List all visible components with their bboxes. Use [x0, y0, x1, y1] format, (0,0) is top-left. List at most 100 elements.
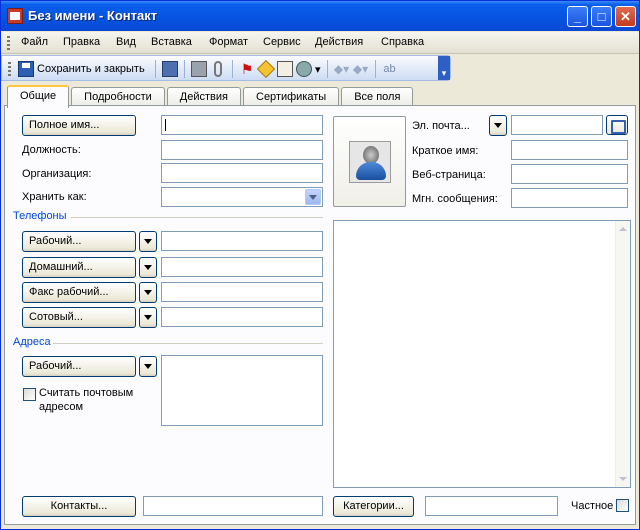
- address-book-check-icon[interactable]: ab: [382, 61, 398, 77]
- options-dropdown-icon[interactable]: ▾: [315, 63, 321, 76]
- contact-card-icon[interactable]: [277, 61, 293, 77]
- mailing-address-label-line1: Считать почтовым: [39, 387, 134, 399]
- email-type-dropdown[interactable]: [489, 115, 507, 136]
- follow-up-flag-icon[interactable]: ⚑: [239, 61, 255, 77]
- menu-grip-icon: [7, 36, 10, 50]
- full-name-button[interactable]: Полное имя...: [22, 115, 136, 136]
- tab-strip: Общие Подробности Действия Сертификаты В…: [7, 85, 415, 108]
- next-item-icon[interactable]: ◆▾: [353, 61, 369, 77]
- email-input[interactable]: [511, 115, 603, 135]
- private-checkbox[interactable]: [616, 499, 629, 512]
- contact-window: Без имени - Контакт _ □ ✕ Файл Правка Ви…: [0, 0, 640, 530]
- company-label: Организация:: [22, 168, 92, 180]
- home-phone-input[interactable]: [161, 257, 323, 277]
- business-fax-input[interactable]: [161, 282, 323, 302]
- mobile-phone-button[interactable]: Сотовый...: [22, 307, 136, 328]
- display-as-input[interactable]: [511, 140, 628, 160]
- previous-item-icon[interactable]: ◆▾: [334, 61, 350, 77]
- business-phone-input[interactable]: [161, 231, 323, 251]
- title-bar[interactable]: Без имени - Контакт _ □ ✕: [1, 1, 639, 31]
- menu-insert[interactable]: Вставка: [151, 36, 192, 48]
- contacts-input[interactable]: [143, 496, 323, 516]
- options-icon[interactable]: [296, 61, 312, 77]
- toolbar-separator: [155, 60, 156, 78]
- business-fax-dropdown[interactable]: [139, 282, 157, 303]
- business-address-dropdown[interactable]: [139, 356, 157, 377]
- web-page-label: Веб-страница:: [412, 169, 486, 181]
- person-silhouette-icon: [349, 141, 391, 183]
- address-section-heading: Адреса: [13, 336, 51, 348]
- contacts-button[interactable]: Контакты...: [22, 496, 136, 517]
- address-textarea[interactable]: [161, 355, 323, 426]
- phones-section-heading: Телефоны: [13, 210, 67, 222]
- standard-toolbar: Сохранить и закрыть ⚑ ▾ ◆▾ ◆▾ ab ▾: [1, 55, 451, 81]
- toolbar-separator: [232, 60, 233, 78]
- person-body-shape: [356, 162, 386, 180]
- home-phone-dropdown[interactable]: [139, 257, 157, 278]
- address-book-icon[interactable]: [606, 115, 628, 135]
- job-title-label: Должность:: [22, 144, 81, 156]
- attach-file-icon[interactable]: [214, 61, 222, 77]
- tab-activities[interactable]: Действия: [166, 87, 241, 107]
- menu-bar: Файл Правка Вид Вставка Формат Сервис Де…: [1, 32, 639, 54]
- business-address-button[interactable]: Рабочий...: [22, 356, 136, 377]
- toolbar-grip-icon: [8, 62, 11, 76]
- maximize-button[interactable]: □: [591, 6, 612, 27]
- mobile-phone-dropdown[interactable]: [139, 307, 157, 328]
- menu-actions[interactable]: Действия: [315, 36, 363, 48]
- mailing-address-label-line2: адресом: [39, 401, 84, 413]
- save-and-close-label: Сохранить и закрыть: [37, 63, 145, 75]
- menu-view[interactable]: Вид: [116, 36, 136, 48]
- print-icon[interactable]: [191, 61, 207, 77]
- close-button[interactable]: ✕: [615, 6, 636, 27]
- private-label: Частное: [571, 500, 614, 512]
- toolbar-separator: [326, 60, 328, 78]
- company-input[interactable]: [161, 163, 323, 183]
- business-phone-button[interactable]: Рабочий...: [22, 231, 136, 252]
- im-address-label: Мгн. сообщения:: [412, 193, 498, 205]
- phones-divider: [71, 217, 323, 218]
- contact-photo-button[interactable]: [333, 116, 406, 207]
- tab-general[interactable]: Общие: [7, 85, 70, 108]
- minimize-button[interactable]: _: [567, 6, 588, 27]
- scroll-up-icon[interactable]: [619, 227, 627, 231]
- window-title: Без имени - Контакт: [28, 8, 158, 23]
- menu-help[interactable]: Справка: [381, 36, 424, 48]
- tab-certificates[interactable]: Сертификаты: [243, 87, 340, 107]
- display-as-label: Краткое имя:: [412, 145, 479, 157]
- categories-input[interactable]: [425, 496, 558, 516]
- full-name-input[interactable]: [161, 115, 323, 135]
- business-phone-dropdown[interactable]: [139, 231, 157, 252]
- general-tab-panel: Полное имя... Должность: Организация: Хр…: [4, 105, 636, 525]
- menu-file[interactable]: Файл: [21, 36, 48, 48]
- menu-format[interactable]: Формат: [209, 36, 248, 48]
- save-icon: [18, 61, 34, 77]
- address-divider: [53, 343, 323, 344]
- web-page-input[interactable]: [511, 164, 628, 184]
- menu-tools[interactable]: Сервис: [263, 36, 301, 48]
- tab-details[interactable]: Подробности: [71, 87, 165, 107]
- menu-edit[interactable]: Правка: [63, 36, 100, 48]
- notes-scrollbar[interactable]: [615, 221, 630, 487]
- notes-textarea[interactable]: [333, 220, 631, 488]
- categories-button[interactable]: Категории...: [333, 496, 414, 517]
- email-label[interactable]: Эл. почта...: [412, 120, 470, 132]
- job-title-input[interactable]: [161, 140, 323, 160]
- save-and-close-button[interactable]: Сохранить и закрыть: [18, 59, 145, 79]
- save-icon[interactable]: [162, 61, 178, 77]
- scroll-down-icon[interactable]: [619, 477, 627, 481]
- toolbar-options-chevron-icon[interactable]: ▾: [438, 56, 450, 80]
- tab-all-fields[interactable]: Все поля: [341, 87, 414, 107]
- mailing-address-checkbox[interactable]: [23, 388, 36, 401]
- contact-app-icon: [7, 8, 23, 24]
- file-as-combo[interactable]: [161, 187, 323, 207]
- business-fax-button[interactable]: Факс рабочий...: [22, 282, 136, 303]
- mobile-phone-input[interactable]: [161, 307, 323, 327]
- chevron-down-icon[interactable]: [305, 189, 321, 205]
- text-caret: [165, 119, 166, 131]
- im-address-input[interactable]: [511, 188, 628, 208]
- home-phone-button[interactable]: Домашний...: [22, 257, 136, 278]
- file-as-label: Хранить как:: [22, 191, 87, 203]
- categorize-icon[interactable]: [256, 59, 276, 79]
- toolbar-separator: [184, 60, 185, 78]
